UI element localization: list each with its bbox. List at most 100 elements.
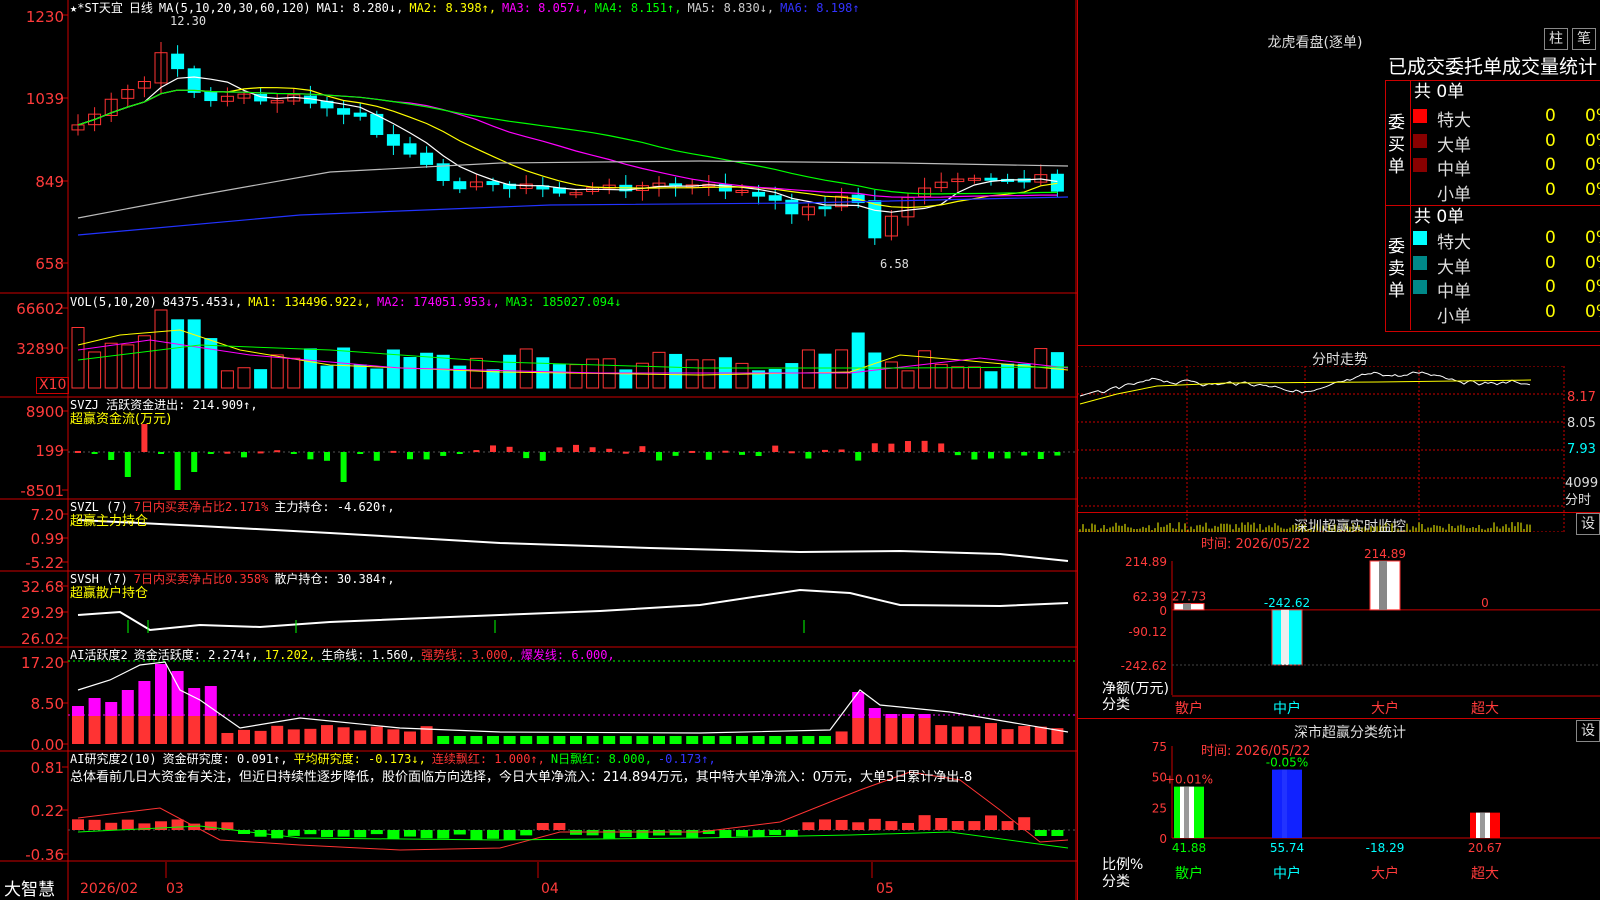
ai1-bar xyxy=(951,726,964,744)
color-swatch xyxy=(1413,231,1427,245)
ai1-bar xyxy=(271,725,284,744)
svzj-bar xyxy=(722,450,729,453)
candle xyxy=(187,68,201,93)
row-count: 0 xyxy=(1545,179,1556,200)
buy-row: 小单 0 0% xyxy=(1411,178,1600,205)
brand-logo: 大智慧 xyxy=(4,880,55,900)
row-percent: 0% xyxy=(1585,277,1600,297)
fs-ytick-2: 8.05 xyxy=(1567,416,1596,431)
ai2-bar xyxy=(719,830,732,838)
candle xyxy=(868,200,882,239)
ai1-bar-top xyxy=(852,692,865,718)
ai2-ytick: 0.81 xyxy=(30,759,64,777)
ai2-bar xyxy=(603,830,616,839)
classify-ytick: 75 xyxy=(1152,740,1167,754)
intraday-chart[interactable] xyxy=(1077,366,1600,532)
monitor-bar-shade xyxy=(1183,603,1191,610)
ai1-bar xyxy=(238,729,250,744)
stroke-mode-button[interactable]: 笔 xyxy=(1572,28,1596,50)
volume-bar xyxy=(519,348,533,389)
ai1-bar-top xyxy=(155,664,167,716)
ai1-bar xyxy=(968,726,981,744)
ai2-bar xyxy=(520,830,533,836)
row-percent: 0% xyxy=(1585,179,1600,200)
lhb-tabs[interactable]: 已成交委托单成交量统计 xyxy=(1388,56,1597,78)
ai1-bar-green xyxy=(736,736,748,744)
svsh-label: SVSH (7) xyxy=(70,572,128,586)
volume-bar xyxy=(187,319,201,389)
classify-bar-shade xyxy=(1480,812,1485,838)
volume-bar xyxy=(1050,352,1064,389)
classify-bar-chart: 755025041.88散户+0.01%55.74中户-0.05%-18.29大… xyxy=(1152,740,1600,882)
ai1-bar xyxy=(918,718,931,744)
svzj-bar xyxy=(274,450,281,453)
monitor-bar-shade xyxy=(1281,609,1289,665)
ai1-bar xyxy=(985,723,997,744)
volume-bar xyxy=(303,348,317,389)
svzj-bar xyxy=(788,451,795,454)
classify-ytick: 25 xyxy=(1152,801,1167,815)
ai1-bar-green xyxy=(453,736,466,744)
lhb-title: 龙虎看盘(逐单) xyxy=(1267,35,1363,51)
color-swatch xyxy=(1413,109,1427,123)
ai1-activity: 资金活跃度: 2.274↑, xyxy=(133,648,259,662)
candle xyxy=(337,108,351,115)
svzj-bar xyxy=(158,452,164,454)
classify-bar-shade xyxy=(1184,786,1189,838)
ai2-bar xyxy=(852,822,865,830)
svzj-ytick: 8900 xyxy=(25,403,64,421)
monitor-value-label: 214.89 xyxy=(1364,547,1406,561)
row-count: 0 xyxy=(1545,277,1556,297)
row-percent: 0% xyxy=(1585,301,1600,322)
ai2-bar xyxy=(470,830,483,840)
candle xyxy=(453,181,467,190)
svzl-ytick: 0.99 xyxy=(30,530,64,548)
buy-total: 共 0单 xyxy=(1414,82,1465,102)
candle xyxy=(818,206,832,210)
svzl-ratio: 7日内买卖净占比2.171% xyxy=(133,500,269,514)
classify-ylabel: 比例% xyxy=(1102,857,1144,873)
svzj-bar xyxy=(490,445,496,452)
ai2-summary: 总体看前几日大资金有关注，但近日持续性逐步降低，股价面临方向选择，今日大单净流入… xyxy=(70,770,973,785)
ai1-b: 17.202, xyxy=(264,648,316,662)
ai1-bar-green xyxy=(603,736,616,744)
monitor-value-label: 27.73 xyxy=(1172,590,1206,604)
row-count: 0 xyxy=(1545,106,1556,126)
ai1-bar xyxy=(337,727,350,744)
ma2-line xyxy=(77,86,1058,209)
volume-bar xyxy=(635,362,649,389)
classify-value-label: -18.29 xyxy=(1366,841,1405,855)
lhb-divider-h xyxy=(1385,205,1600,206)
svsh-subtitle: 超赢散户持仓 xyxy=(70,586,149,601)
svzj-bar xyxy=(1037,452,1044,459)
ai2-bar xyxy=(171,819,184,830)
svzj-bar xyxy=(307,452,314,460)
ai2-bar xyxy=(586,830,599,836)
row-label: 中单 xyxy=(1437,160,1471,180)
vol-unit-label: X10 xyxy=(36,377,70,394)
svzj-bar xyxy=(589,447,596,452)
svzj-bar xyxy=(207,452,214,454)
ai2-bar xyxy=(354,830,367,838)
ai1-label: AI活跃度2 xyxy=(70,648,128,662)
row-count: 0 xyxy=(1545,252,1556,273)
ai2-bar xyxy=(918,815,931,830)
main-ytick: 1230 xyxy=(25,8,64,26)
volume-bar xyxy=(669,353,683,389)
vol-ma2: MA2: 174051.953↓, xyxy=(377,295,500,309)
kline-period[interactable]: 日线 xyxy=(129,1,153,15)
svzl-header: SVZL (7) 7日内买卖净占比2.171% 主力持仓: -4.620↑, xyxy=(70,500,401,515)
ai2-cont: 连续飘红: 1.000↑, xyxy=(431,752,545,766)
bar-mode-button[interactable]: 柱 xyxy=(1544,28,1568,50)
ai1-bar-top xyxy=(188,688,201,716)
svzl-label: SVZL (7) xyxy=(70,500,128,514)
classify-value-label: 20.67 xyxy=(1468,841,1502,855)
svzj-bar xyxy=(905,441,911,452)
row-percent: 0% xyxy=(1585,252,1600,273)
ai1-burst: 爆发线: 6.000, xyxy=(520,648,615,662)
monitor-ytick: 0 xyxy=(1159,604,1167,618)
ai1-bar-green xyxy=(686,736,699,744)
ai1-header: AI活跃度2 资金活跃度: 2.274↑, 17.202, 生命线: 1.560, 强势… xyxy=(70,648,621,663)
ma4-line xyxy=(77,89,1058,195)
svzj-bar xyxy=(971,452,978,460)
